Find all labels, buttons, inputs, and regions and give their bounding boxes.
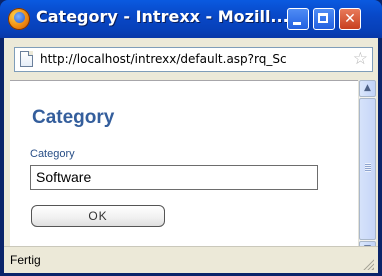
minimize-button[interactable] <box>287 8 309 30</box>
page-title: Category <box>32 107 115 128</box>
address-bar[interactable]: http://localhost/intrexx/default.asp?rq_… <box>14 47 373 72</box>
scroll-up-icon[interactable]: ▲ <box>359 80 376 97</box>
status-bar: Fertig <box>4 246 378 273</box>
category-input[interactable]: Software <box>30 165 318 190</box>
close-icon: ✕ <box>344 11 356 27</box>
page-icon <box>20 51 33 67</box>
url-text[interactable]: http://localhost/intrexx/default.asp?rq_… <box>40 52 345 66</box>
firefox-icon <box>8 8 30 30</box>
window-frame: http://localhost/intrexx/default.asp?rq_… <box>4 38 378 273</box>
scroll-thumb[interactable] <box>359 98 376 240</box>
resize-grip-icon[interactable] <box>362 258 374 270</box>
maximize-button[interactable] <box>313 8 335 30</box>
bookmark-star-icon[interactable]: ☆ <box>353 49 368 69</box>
window-title: Category - Intrexx - Mozill... <box>36 7 289 26</box>
close-button[interactable]: ✕ <box>339 8 361 30</box>
browser-window: Category - Intrexx - Mozill... ✕ http://… <box>0 0 382 276</box>
vertical-scrollbar[interactable]: ▲ ▼ <box>358 80 376 258</box>
page-content: Category Category Software OK <box>10 80 358 259</box>
ok-button[interactable]: OK <box>31 205 165 227</box>
title-bar[interactable]: Category - Intrexx - Mozill... ✕ <box>0 0 382 38</box>
status-text: Fertig <box>10 253 41 267</box>
scroll-grip-icon <box>365 163 371 172</box>
category-field-label: Category <box>30 148 75 160</box>
